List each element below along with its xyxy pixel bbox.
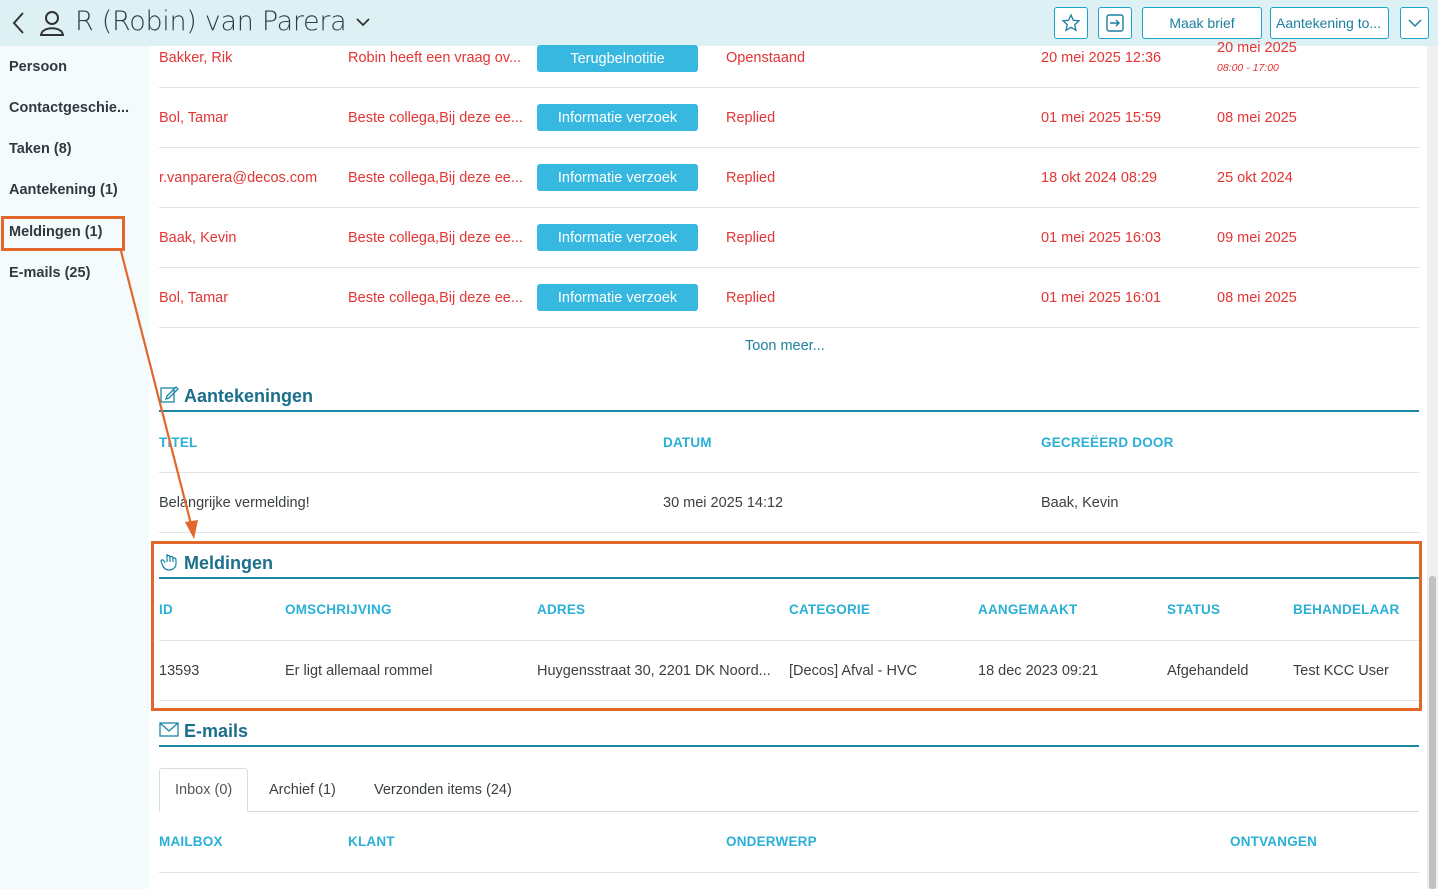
- task-type-badge: Informatie verzoek: [537, 224, 698, 251]
- task-created: 20 mei 2025 12:36: [1041, 50, 1162, 66]
- task-status: Replied: [726, 290, 776, 306]
- section-title: E-mails: [184, 721, 249, 741]
- task-due: 25 okt 2024: [1217, 170, 1293, 186]
- table-row[interactable]: Bakker, Rik Robin heeft een vraag ov... …: [159, 28, 1419, 88]
- column-header-titel[interactable]: TITEL: [159, 435, 198, 450]
- sidebar-item-contactgeschiedenis[interactable]: Contactgeschie...: [9, 100, 141, 116]
- sidebar: Persoon Contactgeschie... Taken (8) Aant…: [0, 46, 149, 889]
- task-created: 01 mei 2025 15:59: [1041, 110, 1162, 126]
- task-status: Replied: [726, 230, 776, 246]
- task-subject: Beste collega,Bij deze ee...: [348, 110, 523, 126]
- task-due: 20 mei 2025: [1217, 40, 1297, 56]
- note-date: 30 mei 2025 14:12: [663, 495, 784, 511]
- task-name: Bakker, Rik: [159, 50, 233, 66]
- show-more-link[interactable]: Toon meer...: [745, 338, 825, 354]
- table-row[interactable]: Belangrijke vermelding! 30 mei 2025 14:1…: [159, 473, 1419, 533]
- tab-archief[interactable]: Archief (1): [254, 768, 351, 812]
- task-name: r.vanparera@decos.com: [159, 170, 318, 186]
- task-due: 08 mei 2025: [1217, 110, 1297, 126]
- task-type-badge: Informatie verzoek: [537, 284, 698, 311]
- note-title: Belangrijke vermelding!: [159, 495, 310, 511]
- task-due: 09 mei 2025: [1217, 230, 1297, 246]
- highlight-box-sidebar: [1, 216, 125, 251]
- task-type-badge: Terugbelnotitie: [537, 45, 698, 72]
- task-subject: Robin heeft een vraag ov...: [348, 50, 522, 66]
- column-header-mailbox[interactable]: MAILBOX: [159, 834, 223, 849]
- task-due: 08 mei 2025: [1217, 290, 1297, 306]
- vertical-scrollbar[interactable]: [1427, 46, 1438, 889]
- section-title: Aantekeningen: [184, 386, 314, 406]
- table-row[interactable]: Baak, Kevin Beste collega,Bij deze ee...…: [159, 208, 1419, 268]
- task-name: Bol, Tamar: [159, 110, 229, 126]
- table-row[interactable]: Bol, Tamar Beste collega,Bij deze ee... …: [159, 88, 1419, 148]
- column-header-ontvangen[interactable]: ONTVANGEN: [1230, 834, 1317, 849]
- emails-section-header: E-mails: [159, 721, 1419, 747]
- task-status: Replied: [726, 110, 776, 126]
- table-row[interactable]: r.vanparera@decos.com Beste collega,Bij …: [159, 148, 1419, 208]
- task-subject: Beste collega,Bij deze ee...: [348, 170, 523, 186]
- person-icon: [39, 11, 65, 36]
- task-subject: Beste collega,Bij deze ee...: [348, 230, 523, 246]
- table-row[interactable]: Bol, Tamar Beste collega,Bij deze ee... …: [159, 268, 1419, 328]
- task-created: 01 mei 2025 16:01: [1041, 290, 1162, 306]
- task-type-badge: Informatie verzoek: [537, 164, 698, 191]
- column-header-datum[interactable]: DATUM: [663, 435, 712, 450]
- email-tabs: Inbox (0) Archief (1) Verzonden items (2…: [159, 768, 1419, 812]
- sidebar-item-persoon[interactable]: Persoon: [9, 59, 141, 75]
- highlight-box-meldingen: [151, 541, 1422, 711]
- task-type-badge: Informatie verzoek: [537, 104, 698, 131]
- column-header-onderwerp[interactable]: ONDERWERP: [726, 834, 817, 849]
- column-header-gecreeerd-door[interactable]: GECREËERD DOOR: [1041, 435, 1174, 450]
- tab-inbox[interactable]: Inbox (0): [159, 768, 249, 812]
- edit-note-icon: [160, 386, 179, 403]
- note-author: Baak, Kevin: [1041, 495, 1119, 511]
- task-created: 01 mei 2025 16:03: [1041, 230, 1162, 246]
- tab-verzonden-items[interactable]: Verzonden items (24): [359, 768, 527, 812]
- divider: [159, 872, 1419, 873]
- task-subject: Beste collega,Bij deze ee...: [348, 290, 523, 306]
- task-status: Replied: [726, 170, 776, 186]
- task-created: 18 okt 2024 08:29: [1041, 170, 1158, 186]
- task-name: Bol, Tamar: [159, 290, 229, 306]
- back-chevron-icon[interactable]: [8, 9, 30, 37]
- envelope-icon: [159, 722, 179, 737]
- column-header-klant[interactable]: KLANT: [348, 834, 395, 849]
- scrollbar-thumb[interactable]: [1429, 576, 1436, 889]
- task-due-time: 08:00 - 17:00: [1217, 62, 1279, 74]
- sidebar-item-emails[interactable]: E-mails (25): [9, 265, 141, 281]
- task-status: Openstaand: [726, 50, 806, 66]
- sidebar-item-taken[interactable]: Taken (8): [9, 141, 141, 157]
- sidebar-item-aantekening[interactable]: Aantekening (1): [9, 182, 141, 198]
- task-name: Baak, Kevin: [159, 230, 237, 246]
- notes-section-header: Aantekeningen: [159, 386, 1419, 412]
